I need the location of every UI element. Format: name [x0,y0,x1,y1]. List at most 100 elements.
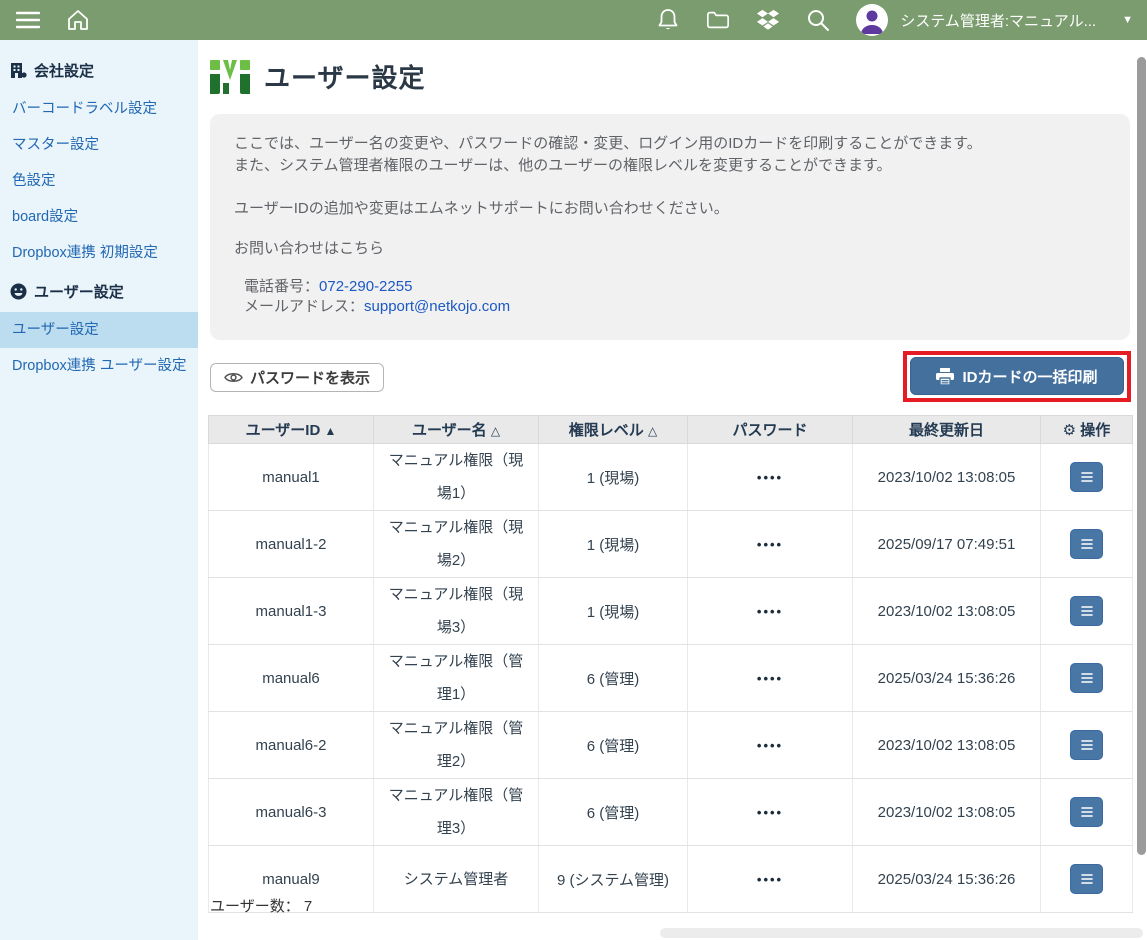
cell-permission-level: 6 (管理) [539,712,688,779]
page-title: ユーザー設定 [210,58,425,95]
cell-user-name: マニュアル権限（現場1） [374,444,539,511]
gear-icon: ⚙ [1063,422,1076,439]
info-box: ここでは、ユーザー名の変更や、パスワードの確認・変更、ログイン用のIDカードを印… [210,114,1130,340]
users-table-body: manual1 マニュアル権限（現場1） 1 (現場) •••• 2023/10… [209,444,1133,913]
user-count: ユーザー数： 7 [210,895,312,916]
cell-password: •••• [688,511,853,578]
row-actions-menu-button[interactable] [1070,663,1103,693]
phone-label: 電話番号： [244,278,319,295]
show-password-button[interactable]: パスワードを表示 [210,363,384,392]
folder-icon[interactable] [706,8,730,32]
cell-user-name: マニュアル権限（現場2） [374,511,539,578]
cell-user-name: システム管理者 [374,846,539,913]
cell-last-updated: 2025/09/17 07:49:51 [853,511,1041,578]
cell-user-id: manual6-3 [209,779,374,846]
cell-permission-level: 9 (システム管理) [539,846,688,913]
email-link[interactable]: support@netkojo.com [364,298,510,315]
cell-last-updated: 2025/03/24 15:36:26 [853,645,1041,712]
table-row: manual6-3 マニュアル権限（管理3） 6 (管理) •••• 2023/… [209,779,1133,846]
cell-user-name: マニュアル権限（管理3） [374,779,539,846]
row-actions-menu-button[interactable] [1070,596,1103,626]
menu-lines-icon [1081,539,1093,549]
search-icon[interactable] [806,8,830,32]
cell-last-updated: 2023/10/02 13:08:05 [853,578,1041,645]
user-count-value: 7 [304,898,312,915]
print-id-cards-button[interactable]: IDカードの一括印刷 [910,357,1124,395]
cell-actions [1041,511,1133,578]
cell-permission-level: 6 (管理) [539,645,688,712]
menu-lines-icon [1081,472,1093,482]
cell-password: •••• [688,645,853,712]
cell-password: •••• [688,578,853,645]
sidebar-section-label: 会社設定 [34,60,94,81]
cell-last-updated: 2023/10/02 13:08:05 [853,712,1041,779]
column-header-user-name[interactable]: ユーザー名 △ [374,416,539,444]
cell-user-id: manual1-3 [209,578,374,645]
table-row: manual1-3 マニュアル権限（現場3） 1 (現場) •••• 2023/… [209,578,1133,645]
horizontal-scrollbar[interactable] [660,928,1143,938]
table-row: manual1-2 マニュアル権限（現場2） 1 (現場) •••• 2025/… [209,511,1133,578]
menu-lines-icon [1081,740,1093,750]
page-title-text: ユーザー設定 [264,58,425,95]
info-line-3: ユーザーIDの追加や変更はエムネットサポートにお問い合わせください。 [234,198,1106,220]
row-actions-menu-button[interactable] [1070,797,1103,827]
smiley-icon [10,283,27,300]
sort-icon[interactable]: △ [491,424,500,438]
row-actions-menu-button[interactable] [1070,529,1103,559]
dropbox-icon[interactable] [756,8,780,32]
column-header-user-id[interactable]: ユーザーID ▲ [209,416,374,444]
sort-ascending-icon[interactable]: ▲ [324,424,336,438]
cell-actions [1041,712,1133,779]
cell-actions [1041,846,1133,913]
hamburger-menu-icon[interactable] [16,8,40,32]
logged-in-user-label[interactable]: システム管理者:マニュアル... [900,10,1096,31]
notification-bell-icon[interactable] [656,8,680,32]
contact-phone-row: 電話番号：072-290-2255 [244,277,1106,297]
row-actions-menu-button[interactable] [1070,730,1103,760]
cell-actions [1041,578,1133,645]
cell-actions [1041,444,1133,511]
cell-password: •••• [688,444,853,511]
info-line-1: ここでは、ユーザー名の変更や、パスワードの確認・変更、ログイン用のIDカードを印… [234,133,1106,155]
menu-lines-icon [1081,807,1093,817]
printer-icon [936,368,954,385]
row-actions-menu-button[interactable] [1070,864,1103,894]
cell-user-id: manual6-2 [209,712,374,779]
topbar: システム管理者:マニュアル... ▼ [0,0,1147,40]
sidebar-section-company-settings: 会社設定 [0,50,198,91]
column-header-permission-level[interactable]: 権限レベル △ [539,416,688,444]
row-actions-menu-button[interactable] [1070,462,1103,492]
chevron-down-icon[interactable]: ▼ [1122,14,1133,26]
table-row: manual1 マニュアル権限（現場1） 1 (現場) •••• 2023/10… [209,444,1133,511]
cell-password: •••• [688,712,853,779]
cell-permission-level: 6 (管理) [539,779,688,846]
vertical-scrollbar[interactable] [1137,57,1146,855]
cell-user-name: マニュアル権限（管理1） [374,645,539,712]
cell-permission-level: 1 (現場) [539,578,688,645]
user-avatar[interactable] [856,4,888,36]
sort-icon[interactable]: △ [648,424,657,438]
info-line-4: お問い合わせはこちら [234,238,1106,260]
column-header-last-updated: 最終更新日 [853,416,1041,444]
sidebar-section-user-settings: ユーザー設定 [0,271,198,312]
table-header-row: ユーザーID ▲ ユーザー名 △ 権限レベル △ パスワード 最終更新日 ⚙ 操… [209,416,1133,444]
sidebar-item-dropbox-initial-settings[interactable]: Dropbox連携 初期設定 [0,235,198,271]
sidebar-item-user-settings[interactable]: ユーザー設定 [0,312,198,348]
home-icon[interactable] [66,8,90,32]
sidebar-item-color-settings[interactable]: 色設定 [0,163,198,199]
cell-actions [1041,779,1133,846]
users-table: ユーザーID ▲ ユーザー名 △ 権限レベル △ パスワード 最終更新日 ⚙ 操… [208,415,1133,913]
sidebar-item-barcode-label-settings[interactable]: バーコードラベル設定 [0,91,198,127]
app-logo-icon [210,58,250,95]
sidebar-item-master-settings[interactable]: マスター設定 [0,127,198,163]
column-header-password: パスワード [688,416,853,444]
sidebar-item-board-settings[interactable]: board設定 [0,199,198,235]
cell-last-updated: 2023/10/02 13:08:05 [853,444,1041,511]
cell-actions [1041,645,1133,712]
sidebar-item-dropbox-user-settings[interactable]: Dropbox連携 ユーザー設定 [0,348,198,384]
cell-permission-level: 1 (現場) [539,444,688,511]
sidebar-section-label: ユーザー設定 [34,281,124,302]
eye-icon [224,371,243,384]
phone-link[interactable]: 072-290-2255 [319,278,412,295]
main-content: ユーザー設定 ここでは、ユーザー名の変更や、パスワードの確認・変更、ログイン用の… [198,40,1147,940]
